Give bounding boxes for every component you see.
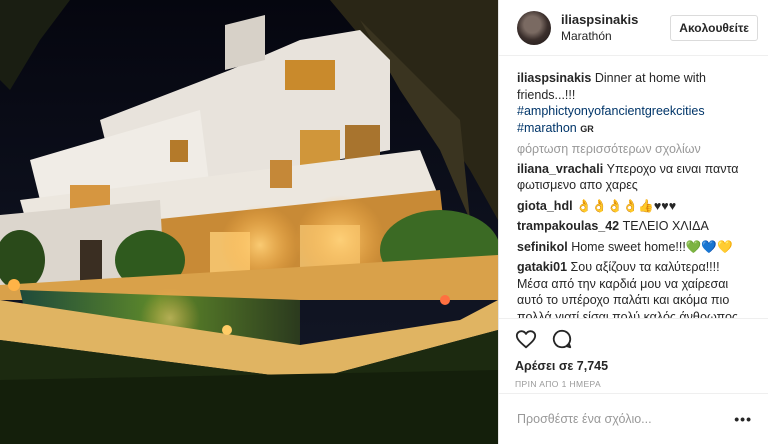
post-side-panel: iliaspsinakis Marathón Ακολουθείτε ilias… — [498, 0, 768, 444]
author-username[interactable]: iliaspsinakis — [561, 12, 670, 28]
comments-list[interactable]: iliaspsinakis Dinner at home with friend… — [499, 56, 768, 318]
villa-night-photo — [0, 0, 498, 444]
comment-icon[interactable] — [551, 328, 573, 355]
comment-text: Home sweet home!!!💚💙💛 — [571, 239, 733, 254]
avatar[interactable] — [517, 10, 551, 45]
comment-item: giota_hdl 👌👌👌👌👍♥♥♥ — [517, 198, 750, 215]
country-badge: GR — [580, 123, 594, 134]
comment-username[interactable]: sefinikol — [517, 240, 568, 254]
heart-icon[interactable] — [515, 328, 537, 355]
post-photo[interactable] — [0, 0, 498, 444]
post-author: iliaspsinakis Marathón — [561, 12, 670, 44]
following-button[interactable]: Ακολουθείτε — [670, 14, 758, 41]
comment-username[interactable]: iliana_vrachali — [517, 162, 603, 176]
load-more-comments-link[interactable]: φόρτωση περισσότερων σχολίων — [517, 141, 750, 158]
more-options-icon[interactable]: ••• — [734, 411, 752, 427]
comment-username[interactable]: trampakoulas_42 — [517, 219, 619, 233]
add-comment-bar: ••• — [499, 393, 768, 444]
caption-username[interactable]: iliaspsinakis — [517, 71, 591, 85]
comment-item: gataki01 Σου αξίζουν τα καλύτερα!!!! Μέσ… — [517, 259, 750, 318]
comment-item: iliana_vrachali Υπεροχο να ειναι παντα φ… — [517, 161, 750, 194]
comment-username[interactable]: gataki01 — [517, 260, 567, 274]
comment-text: ΤΕΛΕΙΟ ΧΛΙΔΑ — [622, 219, 709, 234]
likes-count[interactable]: Αρέσει σε 7,745 — [515, 359, 752, 373]
post-actions: Αρέσει σε 7,745 ΠΡΙΝ ΑΠΟ 1 ΗΜΕΡΑ — [499, 318, 768, 393]
post-location[interactable]: Marathón — [561, 28, 670, 44]
hashtag-link[interactable]: #amphictyonyofancientgreekcities — [517, 104, 705, 118]
post-timestamp: ΠΡΙΝ ΑΠΟ 1 ΗΜΕΡΑ — [515, 379, 602, 390]
comment-username[interactable]: giota_hdl — [517, 199, 573, 213]
post-header: iliaspsinakis Marathón Ακολουθείτε — [499, 0, 768, 57]
comment-item: sefinikol Home sweet home!!!💚💙💛 — [517, 239, 750, 256]
hashtag-link[interactable]: #marathon — [517, 121, 577, 135]
action-icons — [515, 327, 752, 355]
comment-text: 👌👌👌👌👍♥♥♥ — [576, 198, 677, 213]
add-comment-input[interactable] — [515, 411, 735, 428]
comment-item: trampakoulas_42 ΤΕΛΕΙΟ ΧΛΙΔΑ — [517, 218, 750, 235]
instagram-post: iliaspsinakis Marathón Ακολουθείτε ilias… — [0, 0, 768, 444]
caption: iliaspsinakis Dinner at home with friend… — [517, 70, 750, 137]
